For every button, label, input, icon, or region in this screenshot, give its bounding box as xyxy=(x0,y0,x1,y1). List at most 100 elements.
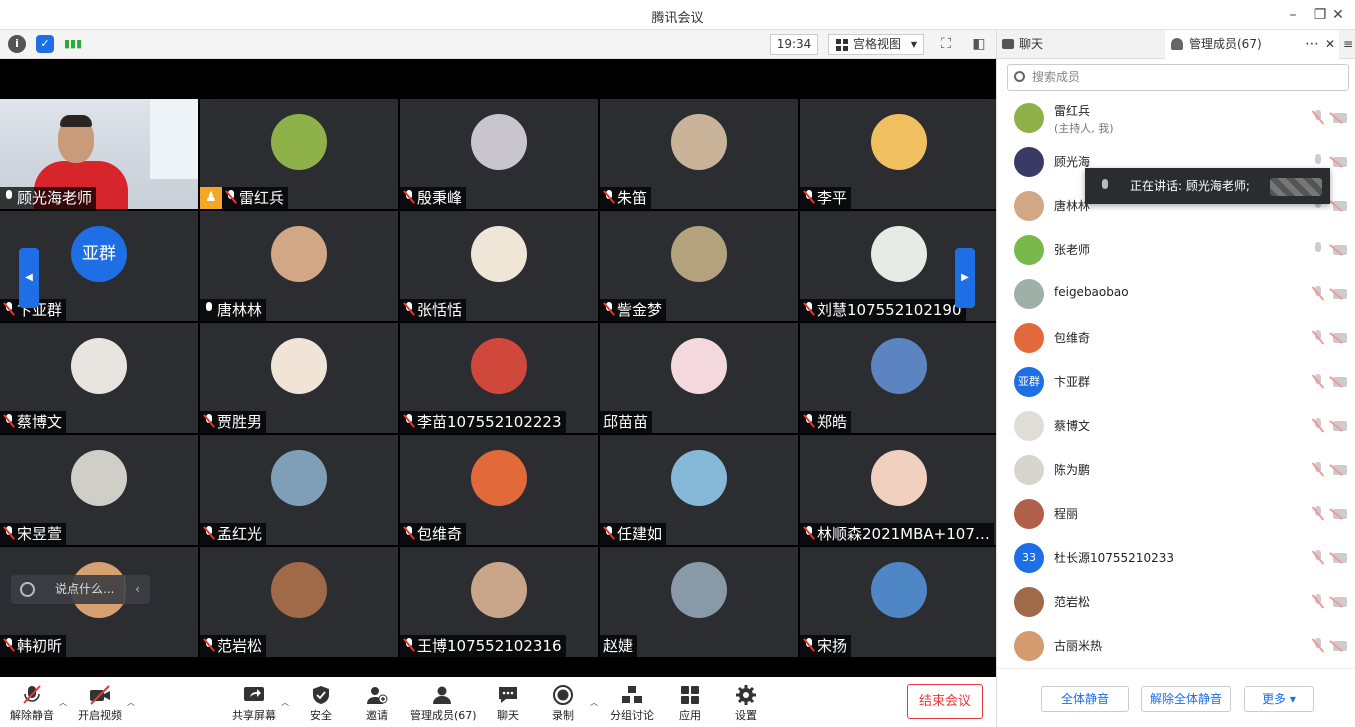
close-icon[interactable]: ✕ xyxy=(1325,30,1335,59)
member-row[interactable]: 蔡博文 xyxy=(997,404,1355,448)
collapse-chat-icon[interactable]: ‹ xyxy=(124,575,150,604)
member-row[interactable]: 雷红兵 (主持人, 我) xyxy=(997,96,1355,140)
video-tile[interactable]: 林顺森2021MBA+107… xyxy=(800,435,998,545)
chevron-up-icon[interactable]: ︿ xyxy=(59,697,67,708)
video-tile[interactable]: 赵婕 xyxy=(600,547,798,657)
participant-name: 包维奇 xyxy=(417,525,463,543)
video-tile[interactable]: 殷秉峰 xyxy=(400,99,598,209)
participant-name: 宋扬 xyxy=(817,637,848,655)
info-icon[interactable]: i xyxy=(8,35,26,53)
camera-off-icon[interactable] xyxy=(1333,333,1347,343)
video-tile[interactable]: 邱苗苗 xyxy=(600,323,798,433)
camera-off-icon[interactable] xyxy=(1333,465,1347,475)
member-row[interactable]: feigebaobao xyxy=(997,272,1355,316)
close-window-button[interactable]: ✕ xyxy=(1321,0,1355,30)
camera-off-icon[interactable] xyxy=(1333,641,1347,651)
chevron-up-icon[interactable]: ︿ xyxy=(590,697,598,708)
video-tile[interactable]: 孟红光 xyxy=(200,435,398,545)
start-video-button[interactable]: 开启视频 ︿ xyxy=(69,685,135,723)
camera-off-icon[interactable] xyxy=(1333,157,1347,167)
video-tile[interactable]: 李苗107552102223 xyxy=(400,323,598,433)
camera-off-icon[interactable] xyxy=(1333,289,1347,299)
camera-off-icon[interactable] xyxy=(1333,553,1347,563)
mic-muted-icon[interactable] xyxy=(1313,330,1323,344)
video-tile[interactable]: 李平 xyxy=(800,99,998,209)
apps-button[interactable]: 应用 xyxy=(659,685,721,723)
member-row[interactable]: 范岩松 xyxy=(997,580,1355,624)
quick-chat-input[interactable]: 说点什么... ‹ xyxy=(11,575,150,604)
mic-muted-icon[interactable] xyxy=(1313,286,1323,300)
video-tile[interactable]: 宋扬 xyxy=(800,547,998,657)
member-search-input[interactable]: 搜索成员 xyxy=(1007,64,1349,91)
participant-name-tag: 蔡博文 xyxy=(0,411,67,433)
mic-muted-icon[interactable] xyxy=(1313,506,1323,520)
video-tile[interactable]: 包维奇 xyxy=(400,435,598,545)
member-row[interactable]: 古丽米热 xyxy=(997,624,1355,668)
member-row[interactable]: 包维奇 xyxy=(997,316,1355,360)
video-tile[interactable]: 訾金梦 xyxy=(600,211,798,321)
camera-off-icon[interactable] xyxy=(1333,201,1347,211)
mic-muted-icon[interactable] xyxy=(1313,594,1323,608)
video-tile[interactable]: 顾光海老师 xyxy=(0,99,198,209)
mic-muted-icon[interactable] xyxy=(1313,110,1323,124)
fullscreen-icon[interactable]: ⛶ xyxy=(937,35,955,53)
more-icon[interactable]: ⋯ xyxy=(1305,30,1319,59)
manage-members-button[interactable]: 管理成员(67) xyxy=(410,685,477,723)
mic-muted-icon[interactable] xyxy=(1313,462,1323,476)
video-tile[interactable]: 朱笛 xyxy=(600,99,798,209)
unmute-all-button[interactable]: 解除全体静音 xyxy=(1141,686,1231,712)
chat-button[interactable]: 聊天 xyxy=(477,685,539,723)
chevron-up-icon[interactable]: ︿ xyxy=(127,697,135,708)
video-tile[interactable]: 唐林林 xyxy=(200,211,398,321)
mic-icon[interactable] xyxy=(1313,154,1323,168)
mic-muted-icon[interactable] xyxy=(1313,550,1323,564)
unmute-button[interactable]: 解除静音 ︿ xyxy=(1,685,67,723)
breakout-button[interactable]: 分组讨论 xyxy=(601,685,663,723)
member-row[interactable]: 程丽 xyxy=(997,492,1355,536)
camera-off-icon[interactable] xyxy=(1333,245,1347,255)
next-page-button[interactable]: ▶ xyxy=(955,248,975,308)
camera-off-icon[interactable] xyxy=(1333,113,1347,123)
mic-muted-icon[interactable] xyxy=(1313,374,1323,388)
camera-off-icon[interactable] xyxy=(1333,377,1347,387)
video-tile[interactable]: 王博107552102316 xyxy=(400,547,598,657)
emoji-icon[interactable] xyxy=(20,582,35,597)
video-tile[interactable]: ♟ 雷红兵 xyxy=(200,99,398,209)
sidebar-toggle-icon[interactable]: ◧ xyxy=(970,35,988,53)
mute-all-button[interactable]: 全体静音 xyxy=(1041,686,1129,712)
host-badge-icon: ♟ xyxy=(200,187,222,209)
camera-off-icon[interactable] xyxy=(1333,597,1347,607)
camera-off-icon[interactable] xyxy=(1333,421,1347,431)
video-tile[interactable]: 贾胜男 xyxy=(200,323,398,433)
video-tile[interactable]: 宋昱萱 xyxy=(0,435,198,545)
camera-off-icon[interactable] xyxy=(1333,509,1347,519)
prev-page-button[interactable]: ◀ xyxy=(19,248,39,308)
security-button[interactable]: 安全 xyxy=(290,685,352,723)
shield-icon[interactable]: ✓ xyxy=(36,35,54,53)
member-row[interactable]: 亚群 卞亚群 xyxy=(997,360,1355,404)
side-panel: 聊天 管理成员(67) ⋯ ✕ ≡ 搜索成员 雷红兵 (主持人, 我) 顾光海 唐林林… xyxy=(996,30,1355,727)
more-button[interactable]: 更多 ▾ xyxy=(1244,686,1314,712)
mic-muted-icon[interactable] xyxy=(1313,638,1323,652)
invite-button[interactable]: 邀请 xyxy=(346,685,408,723)
tab-chat[interactable]: 聊天 xyxy=(997,30,1165,59)
member-row[interactable]: 陈为鹏 xyxy=(997,448,1355,492)
view-mode-dropdown[interactable]: 宫格视图 ▼ xyxy=(828,34,924,55)
video-tile[interactable]: 郑皓 xyxy=(800,323,998,433)
tab-members[interactable]: 管理成员(67) ⋯ ✕ xyxy=(1165,30,1339,59)
share-screen-button[interactable]: 共享屏幕 ︿ xyxy=(223,685,289,723)
member-row[interactable]: 33 杜长源10755210233 xyxy=(997,536,1355,580)
mic-icon[interactable] xyxy=(1313,242,1323,256)
menu-icon[interactable]: ≡ xyxy=(1343,30,1355,59)
video-tile[interactable]: 张恬恬 xyxy=(400,211,598,321)
chevron-up-icon[interactable]: ︿ xyxy=(281,697,289,708)
video-tile[interactable]: 任建如 xyxy=(600,435,798,545)
record-button[interactable]: 录制 ︿ xyxy=(532,685,598,723)
video-tile[interactable]: 蔡博文 xyxy=(0,323,198,433)
end-meeting-button[interactable]: 结束会议 xyxy=(907,684,983,719)
member-row[interactable]: 张老师 xyxy=(997,228,1355,272)
signal-icon[interactable]: ▮▮▮ xyxy=(64,35,82,53)
mic-muted-icon[interactable] xyxy=(1313,418,1323,432)
settings-button[interactable]: 设置 xyxy=(715,685,777,723)
video-tile[interactable]: 范岩松 xyxy=(200,547,398,657)
